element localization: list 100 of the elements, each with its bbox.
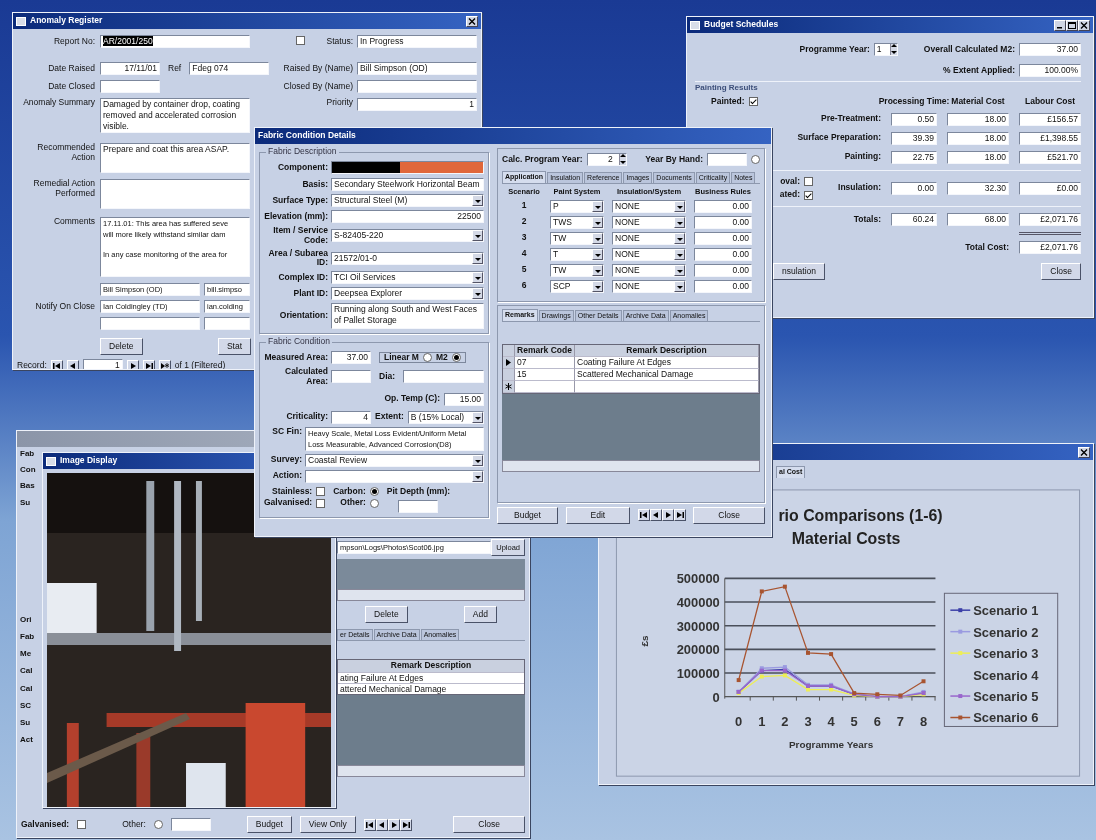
field-label: Plant ID: xyxy=(292,288,328,299)
axis-tick-label: 6 xyxy=(873,714,881,730)
field-label: Criticality: xyxy=(285,412,328,422)
field-label: Other: xyxy=(122,819,146,830)
field-label: Measured Area: xyxy=(264,352,328,363)
field-label: Complex ID: xyxy=(277,272,328,283)
field-label: Basis: xyxy=(301,179,328,190)
legend-label: Scenario 1 xyxy=(973,603,1039,619)
group-label: Fabric Condition xyxy=(266,337,332,347)
field-label: Calculated Area: xyxy=(284,367,328,387)
table-cell-text: 1 xyxy=(520,201,528,212)
field-label: Fab xyxy=(20,449,36,459)
table-cell-text: 2 xyxy=(520,217,528,228)
field-label: Notify On Close xyxy=(34,301,95,312)
field-label: Item / Service Code: xyxy=(272,226,328,246)
field-label: Galvanised: xyxy=(264,498,313,509)
field-label: Dia: xyxy=(379,371,396,382)
column-header: Processing Time: xyxy=(878,96,950,107)
field-label: Ori xyxy=(20,614,33,624)
field-label: Priority xyxy=(326,98,353,108)
field-label: SC Fin: xyxy=(271,426,302,437)
group-label: Painting Results xyxy=(695,83,758,92)
field-label: ated: xyxy=(779,190,800,201)
field-label: Cal xyxy=(20,683,34,693)
field-label: Report No: xyxy=(52,36,95,47)
field-label: Painted: xyxy=(711,96,745,107)
field-label: M2 xyxy=(435,352,448,363)
field-label: Remedial Action Performed xyxy=(32,179,95,199)
field-label: Date Closed xyxy=(47,81,95,92)
column-header: Labour Cost xyxy=(1024,96,1076,107)
legend-label: Scenario 6 xyxy=(973,710,1039,726)
field-label: Elevation (mm): xyxy=(264,211,328,222)
field-label: SC xyxy=(20,700,33,710)
axis-title: £s xyxy=(639,635,651,647)
field-label: oval: xyxy=(780,176,800,187)
field-label: Linear M xyxy=(384,352,419,363)
table-cell-text: 3 xyxy=(520,233,528,244)
field-label: Insulation: xyxy=(838,183,881,194)
axis-tick-label: 5 xyxy=(850,714,858,730)
field-label: Extent: xyxy=(375,412,404,422)
field-label: Galvanised: xyxy=(21,819,70,830)
field-label: % Extent Applied: xyxy=(943,65,1015,76)
field-label: Calc. Program Year: xyxy=(502,154,583,165)
axis-tick-label: 0 xyxy=(712,689,720,705)
field-label: Programme Year: xyxy=(799,44,870,55)
column-header: Remark Code xyxy=(515,344,575,357)
axis-tick-label: 0 xyxy=(735,714,743,730)
table-cell-text: 4 xyxy=(520,249,528,260)
field-label: Painting: xyxy=(844,152,881,162)
field-label: Cal xyxy=(20,666,34,676)
field-label: Su xyxy=(20,717,32,728)
table-cell: Scattered Mechanical Damage xyxy=(575,368,759,381)
legend-label: Scenario 2 xyxy=(973,624,1039,640)
legend-label: Scenario 4 xyxy=(973,667,1039,683)
axis-tick-label: 2 xyxy=(781,714,789,730)
field-label: Total Cost: xyxy=(965,242,1009,253)
legend-label: Scenario 3 xyxy=(973,646,1039,661)
legend-label: Scenario 5 xyxy=(973,688,1039,704)
window-title: Fabric Condition Details xyxy=(258,131,356,141)
axis-tick-label: 200000 xyxy=(676,642,720,658)
axis-tick-label: 300000 xyxy=(676,618,720,634)
field-label: Surface Type: xyxy=(271,195,328,206)
field-label: Action: xyxy=(271,471,302,481)
column-header: Remark Description xyxy=(575,344,759,357)
field-label: Raised By (Name) xyxy=(283,63,353,74)
field-label: Other: xyxy=(340,498,366,509)
field-label: Status: xyxy=(326,36,353,47)
field-label: Ref xyxy=(168,63,182,74)
table-cell: ating Failure At Edges xyxy=(338,672,524,684)
field-label: Date Raised xyxy=(47,63,95,74)
field-label: Op. Temp (C): xyxy=(384,394,440,404)
field-label: Pit Depth (mm): xyxy=(386,486,451,497)
table-cell: Coating Failure At Edges xyxy=(575,356,759,369)
axis-tick-label: 7 xyxy=(896,714,904,730)
field-label: Surface Preparation: xyxy=(797,133,881,143)
column-header: Material Cost xyxy=(951,96,1005,107)
axis-tick-label: 500000 xyxy=(676,571,720,587)
field-label: Closed By (Name) xyxy=(283,81,353,92)
field-label: Carbon: xyxy=(333,486,366,497)
field-label: Survey: xyxy=(269,455,302,465)
table-cell-text: 5 xyxy=(520,265,528,276)
axis-tick-label: 100000 xyxy=(676,665,720,681)
field-label: Act xyxy=(20,735,34,745)
field-label: Anomaly Summary xyxy=(22,98,95,108)
group-label: Fabric Description xyxy=(266,147,339,157)
field-label: Component: xyxy=(276,162,328,173)
field-label: Stainless: xyxy=(272,486,313,497)
field-label: Pre-Treatment: xyxy=(821,114,881,124)
field-label: Comments xyxy=(52,217,95,227)
field-label: Area / Subarea ID: xyxy=(267,248,328,269)
field-label: Bas xyxy=(20,481,36,491)
field-label: Recommended Action xyxy=(36,143,95,163)
table-cell: 15 xyxy=(515,368,575,381)
window-title: Image Display xyxy=(60,456,118,466)
field-label: Year By Hand: xyxy=(645,154,703,165)
window-title: Budget Schedules xyxy=(704,20,779,30)
chart-subtitle: Material Costs xyxy=(791,529,901,547)
table-cell: attered Mechanical Damage xyxy=(338,683,524,695)
column-header: Remark Description xyxy=(338,660,524,673)
table-cell: 07 xyxy=(515,356,575,369)
